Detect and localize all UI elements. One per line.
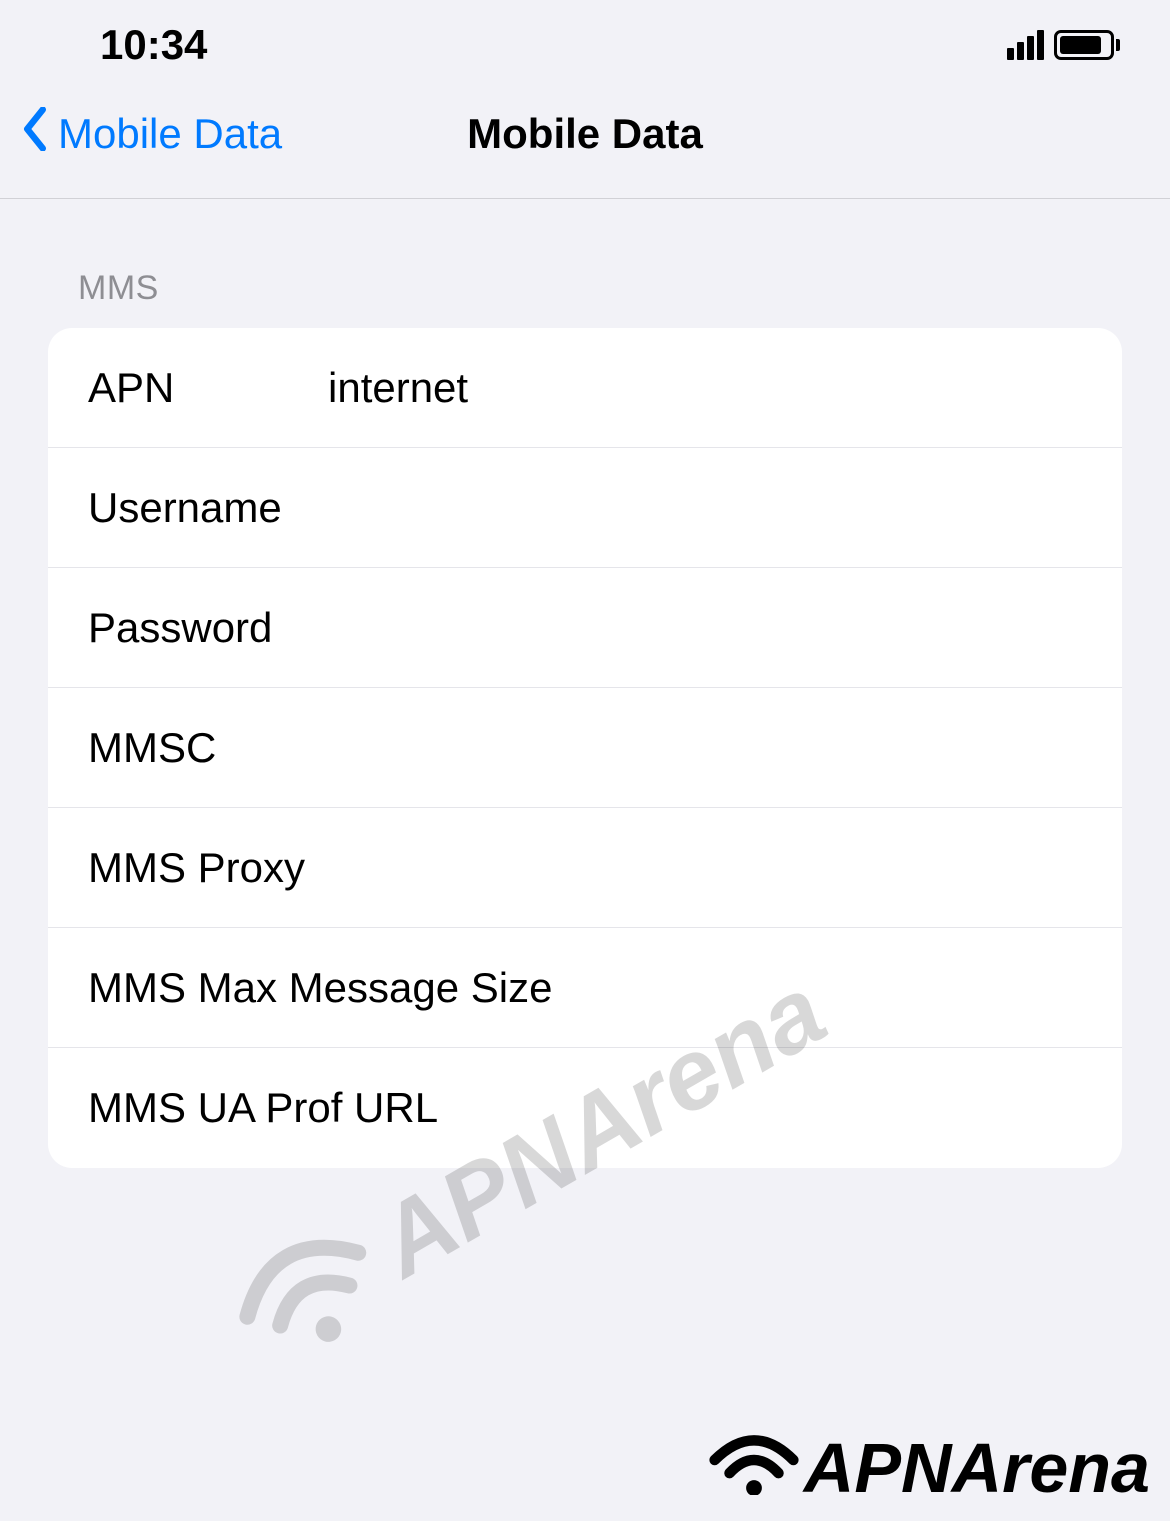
setting-row-mms-proxy[interactable]: MMS Proxy xyxy=(48,808,1122,928)
setting-label: MMS Max Message Size xyxy=(88,964,1122,1012)
setting-row-username[interactable]: Username xyxy=(48,448,1122,568)
mms-proxy-field[interactable] xyxy=(581,844,1122,892)
wifi-icon xyxy=(709,1425,799,1511)
footer-logo-text: APNArena xyxy=(804,1428,1150,1508)
setting-label: MMSC xyxy=(88,724,328,772)
username-field[interactable] xyxy=(328,484,1122,532)
setting-row-mms-ua-prof[interactable]: MMS UA Prof URL xyxy=(48,1048,1122,1168)
setting-label: APN xyxy=(88,364,328,412)
section-header-mms: MMS xyxy=(48,269,1122,308)
setting-label: Username xyxy=(88,484,328,532)
footer-logo: APNArena xyxy=(709,1425,1150,1511)
back-button[interactable]: Mobile Data xyxy=(20,107,282,161)
setting-row-password[interactable]: Password xyxy=(48,568,1122,688)
navigation-bar: Mobile Data Mobile Data xyxy=(0,80,1170,199)
status-time: 10:34 xyxy=(100,21,207,69)
wifi-icon xyxy=(194,1175,425,1414)
setting-row-mms-max-size[interactable]: MMS Max Message Size xyxy=(48,928,1122,1048)
password-field[interactable] xyxy=(328,604,1122,652)
content-area: MMS APN Username Password MMSC xyxy=(0,199,1170,1198)
status-bar: 10:34 xyxy=(0,0,1170,80)
back-label: Mobile Data xyxy=(58,110,282,158)
setting-row-mmsc[interactable]: MMSC xyxy=(48,688,1122,808)
apn-field[interactable] xyxy=(328,364,1122,412)
mmsc-field[interactable] xyxy=(328,724,1122,772)
chevron-left-icon xyxy=(20,107,50,161)
settings-group-mms: APN Username Password MMSC xyxy=(48,328,1122,1168)
cellular-signal-icon xyxy=(1007,30,1044,60)
setting-row-apn[interactable]: APN xyxy=(48,328,1122,448)
setting-label: MMS Proxy xyxy=(88,844,581,892)
setting-label: Password xyxy=(88,604,328,652)
setting-label: MMS UA Prof URL xyxy=(88,1084,1122,1132)
battery-icon xyxy=(1054,30,1120,60)
status-indicators xyxy=(1007,30,1120,60)
